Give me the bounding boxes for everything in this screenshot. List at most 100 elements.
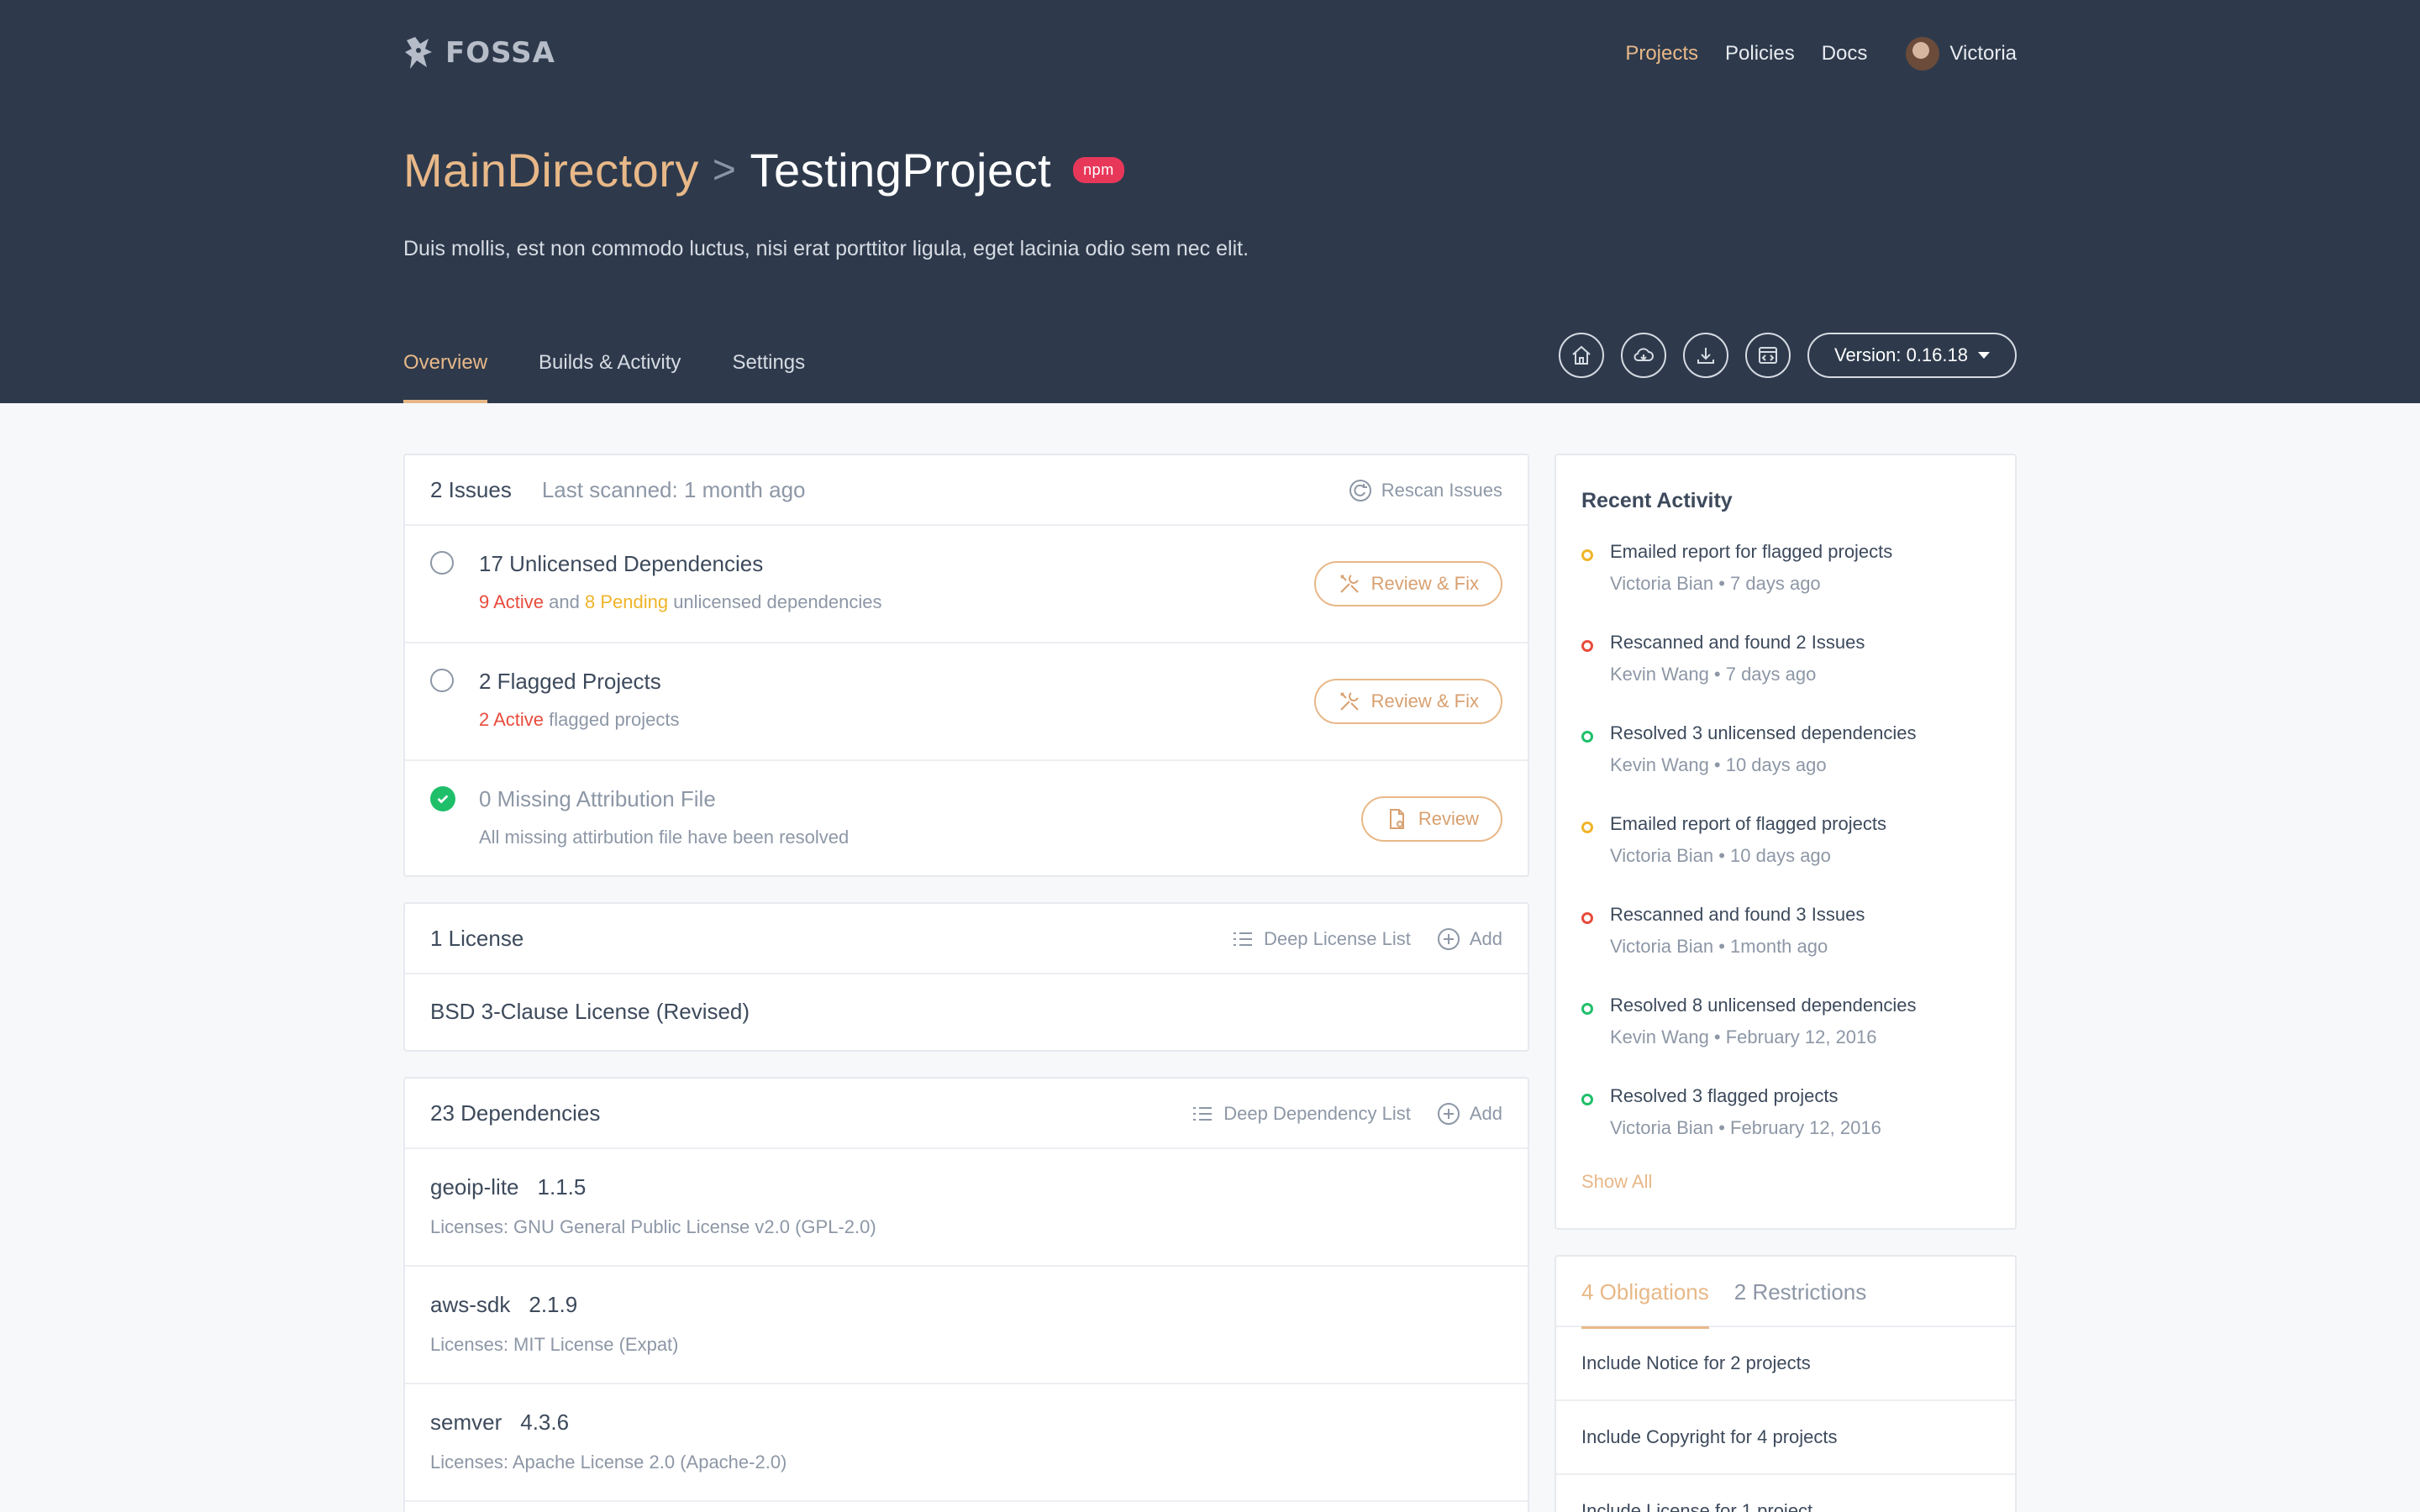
- dependency-licenses: Licenses: GNU General Public License v2.…: [430, 1216, 876, 1237]
- logo[interactable]: FOSSA: [403, 35, 555, 71]
- npm-badge: npm: [1073, 157, 1124, 183]
- rescan-issues-button[interactable]: Rescan Issues: [1348, 478, 1502, 503]
- obligation-item[interactable]: Include License for 1 project: [1556, 1475, 2015, 1512]
- review-fix-label: Review & Fix: [1370, 690, 1479, 711]
- issue-summary: 9 Active and 8 Pending unlicensed depend…: [479, 591, 882, 613]
- list-icon: [1233, 932, 1252, 946]
- issue-title: 2 Flagged Projects: [479, 669, 661, 694]
- activity-meta: Victoria Bian • February 12, 2016: [1610, 1117, 1881, 1138]
- activity-meta: Kevin Wang • February 12, 2016: [1610, 1026, 1877, 1047]
- issue-suffix: unlicensed dependencies: [668, 591, 882, 612]
- cloud-button[interactable]: [1620, 333, 1666, 378]
- breadcrumb-parent[interactable]: MainDirectory: [403, 143, 699, 197]
- activity-text: Rescanned and found 2 Issues: [1610, 632, 1865, 653]
- pending-count: 8 Pending: [584, 591, 669, 612]
- dependency-name: geoip-lite 1.1.5: [430, 1174, 586, 1200]
- home-button[interactable]: [1558, 333, 1604, 378]
- breadcrumb-separator: >: [712, 148, 737, 192]
- last-scanned: Last scanned: 1 month ago: [541, 476, 806, 502]
- dependency-row[interactable]: aws-sdk 2.1.9 Licenses: MIT License (Expa…: [405, 1267, 1528, 1384]
- obligation-item[interactable]: Include Notice for 2 projects: [1556, 1327, 2015, 1401]
- license-header: 1 License Deep License List Add: [405, 904, 1528, 974]
- issue-summary: 2 Active flagged projects: [479, 709, 679, 731]
- activity-meta: Victoria Bian • 7 days ago: [1610, 573, 1821, 594]
- recent-activity-card: Recent Activity Emailed report for flagg…: [1555, 454, 2017, 1230]
- review-fix-button[interactable]: Review & Fix: [1313, 561, 1502, 606]
- obligation-item[interactable]: Include Copyright for 4 projects: [1556, 1401, 2015, 1475]
- header: FOSSA Projects Policies Docs Victoria Ma…: [0, 0, 2420, 403]
- activity-text: Rescanned and found 3 Issues: [1610, 904, 1865, 925]
- nav-projects[interactable]: Projects: [1625, 42, 1698, 66]
- nav-docs[interactable]: Docs: [1822, 42, 1868, 66]
- tab-settings[interactable]: Settings: [732, 351, 805, 403]
- activity-text: Emailed report of flagged projects: [1610, 813, 1886, 834]
- caret-down-icon: [1978, 352, 1990, 359]
- dependencies-count: 23 Dependencies: [430, 1100, 601, 1126]
- dependencies-header: 23 Dependencies Deep Dependency List Add: [405, 1079, 1528, 1149]
- issues-header: 2 Issues Last scanned: 1 month ago Resca…: [405, 455, 1528, 526]
- dependency-row[interactable]: geoip-lite 1.1.5 Licenses: GNU General Pu…: [405, 1149, 1528, 1267]
- activity-meta: Victoria Bian • 10 days ago: [1610, 845, 1831, 866]
- rescan-issues-label: Rescan Issues: [1381, 480, 1502, 501]
- tab-overview[interactable]: Overview: [403, 351, 488, 403]
- dependency-licenses: Licenses: Apache License 2.0 (Apache-2.0…: [430, 1452, 787, 1473]
- tab-obligations[interactable]: 4 Obligations: [1581, 1257, 1709, 1329]
- issue-summary: All missing attirbution file have been r…: [479, 827, 850, 848]
- status-dot: [1581, 1094, 1593, 1105]
- add-license-button[interactable]: Add: [1436, 927, 1502, 952]
- version-dropdown[interactable]: Version: 0.16.18: [1807, 333, 2017, 378]
- and-text: and: [544, 591, 585, 612]
- user-menu[interactable]: Victoria: [1906, 37, 2017, 71]
- tab-builds-activity[interactable]: Builds & Activity: [539, 351, 681, 403]
- review-fix-label: Review & Fix: [1370, 573, 1479, 594]
- dependency-name-text: geoip-lite: [430, 1174, 519, 1200]
- dependency-row[interactable]: semver 4.3.6 Licenses: Apache License 2.0…: [405, 1384, 1528, 1502]
- nav-policies[interactable]: Policies: [1725, 42, 1795, 66]
- recent-activity-title: Recent Activity: [1581, 489, 1733, 512]
- page-title: TestingProject: [750, 144, 1052, 197]
- issue-radio[interactable]: [430, 551, 454, 575]
- issues-card: 2 Issues Last scanned: 1 month ago Resca…: [403, 454, 1529, 877]
- review-fix-button[interactable]: Review & Fix: [1313, 679, 1502, 724]
- deep-dependency-list-button[interactable]: Deep Dependency List: [1190, 1101, 1411, 1126]
- document-icon: [1389, 809, 1404, 829]
- activity-meta: Kevin Wang • 7 days ago: [1610, 664, 1817, 685]
- active-count: 2 Active: [479, 709, 544, 730]
- dependencies-header-actions: Deep Dependency List Add: [1165, 1079, 1502, 1149]
- review-label: Review: [1418, 808, 1479, 829]
- activity-text: Resolved 3 unlicensed dependencies: [1610, 722, 1917, 743]
- dependency-name: semver 4.3.6: [430, 1410, 569, 1436]
- issue-flagged: 2 Flagged Projects 2 Active flagged proj…: [405, 643, 1528, 761]
- add-icon: [1437, 1103, 1460, 1125]
- review-button[interactable]: Review: [1360, 796, 1502, 842]
- download-button[interactable]: [1682, 333, 1728, 378]
- deep-license-list-label: Deep License List: [1263, 928, 1411, 949]
- obligations-tabs: 4 Obligations 2 Restrictions: [1556, 1257, 2015, 1329]
- activity-meta: Victoria Bian • 1month ago: [1610, 936, 1828, 957]
- top-nav: Projects Policies Docs Victoria: [1598, 37, 2017, 71]
- version-label: Version: 0.16.18: [1833, 344, 1968, 365]
- status-dot: [1581, 822, 1593, 833]
- user-name: Victoria: [1949, 42, 2017, 65]
- issues-count: 2 Issues: [430, 476, 512, 502]
- activity-text: Emailed report for flagged projects: [1610, 541, 1893, 562]
- dependency-licenses: Licenses: MIT License (Expat): [430, 1334, 679, 1355]
- add-dependency-button[interactable]: Add: [1436, 1101, 1502, 1126]
- status-dot: [1581, 549, 1593, 561]
- issue-radio[interactable]: [430, 669, 454, 692]
- dependency-version: 1.1.5: [537, 1174, 587, 1200]
- deep-license-list-button[interactable]: Deep License List: [1230, 927, 1411, 952]
- fossa-logo-icon: [405, 37, 432, 69]
- rescan-icon: [1349, 480, 1371, 501]
- issue-attribution: 0 Missing Attribution File All missing a…: [405, 761, 1528, 879]
- show-all-link[interactable]: Show All: [1581, 1171, 1652, 1193]
- activity-text: Resolved 3 flagged projects: [1610, 1085, 1839, 1106]
- dependencies-card: 23 Dependencies Deep Dependency List Add…: [403, 1077, 1529, 1512]
- code-button[interactable]: [1744, 333, 1791, 378]
- license-header-actions: Deep License List Add: [1205, 904, 1502, 974]
- logo-text: FOSSA: [445, 36, 555, 70]
- license-item[interactable]: BSD 3-Clause License (Revised): [405, 974, 1528, 1048]
- tab-restrictions[interactable]: 2 Restrictions: [1734, 1257, 1867, 1327]
- tools-icon: [1339, 692, 1359, 711]
- add-dependency-label: Add: [1469, 1103, 1502, 1124]
